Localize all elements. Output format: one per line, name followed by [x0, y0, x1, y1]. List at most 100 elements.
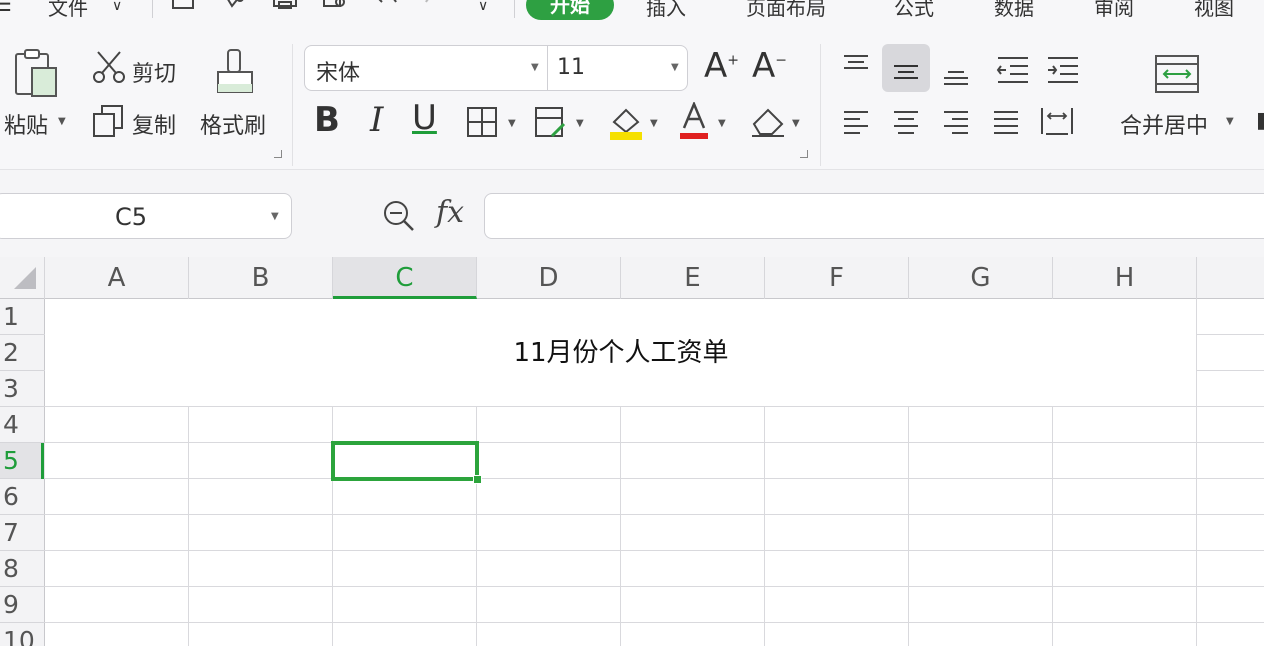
tab-formulas[interactable]: 公式 [894, 0, 934, 21]
row-header-4[interactable]: 4 [0, 407, 45, 443]
row-header-7[interactable]: 7 [0, 515, 45, 551]
insert-function-button[interactable]: fx [436, 195, 464, 230]
gridline [45, 442, 1264, 443]
font-color-icon[interactable] [678, 102, 710, 140]
decrease-indent-icon[interactable] [996, 56, 1030, 84]
active-cell-selection[interactable] [331, 441, 479, 481]
justify-icon[interactable] [992, 110, 1020, 136]
increase-indent-icon[interactable] [1046, 56, 1080, 84]
zoom-search-icon[interactable] [382, 199, 416, 233]
row-header-1[interactable]: 1 [0, 299, 45, 335]
row-header-8[interactable]: 8 [0, 551, 45, 587]
ribbon-overflow-item[interactable]: ▮ [1256, 108, 1264, 133]
merge-center-icon[interactable] [1154, 54, 1200, 94]
column-header-b[interactable]: B [189, 257, 333, 299]
dialog-launcher-icon[interactable] [800, 150, 808, 158]
column-header-c[interactable]: C [333, 257, 477, 299]
caret-down-icon[interactable]: ▼ [718, 118, 726, 129]
gridline [45, 550, 1264, 551]
tab-data[interactable]: 数据 [994, 0, 1034, 21]
copy-icon[interactable] [92, 104, 124, 138]
cell-area[interactable]: 11月份个人工资单 [45, 299, 1264, 646]
undo-icon[interactable] [374, 0, 400, 16]
tab-page-layout[interactable]: 页面布局 [746, 0, 826, 21]
chevron-down-icon[interactable]: ∨ [112, 0, 122, 14]
chevron-down-icon[interactable]: ∨ [478, 0, 488, 14]
distributed-align-icon[interactable] [1040, 106, 1074, 136]
divider [820, 44, 821, 166]
row-header-3[interactable]: 3 [0, 371, 45, 407]
hamburger-icon[interactable]: ☰ [0, 0, 12, 16]
italic-icon[interactable]: I [370, 100, 383, 140]
tab-insert[interactable]: 插入 [646, 0, 686, 21]
format-painter-icon[interactable] [214, 48, 256, 102]
align-middle-icon[interactable] [892, 62, 920, 84]
row-header-5[interactable]: 5 [0, 443, 45, 479]
column-header-a[interactable]: A [45, 257, 189, 299]
print-preview-icon[interactable] [322, 0, 348, 16]
align-center-icon[interactable] [892, 110, 920, 136]
bold-icon[interactable]: B [314, 100, 340, 140]
dialog-launcher-icon[interactable] [274, 150, 282, 158]
align-top-icon[interactable] [842, 54, 870, 76]
output-pdf-icon[interactable] [222, 0, 248, 16]
align-bottom-icon[interactable] [942, 64, 970, 86]
caret-down-icon[interactable]: ▼ [792, 118, 800, 129]
row-header-9[interactable]: 9 [0, 587, 45, 623]
paste-button[interactable]: 粘贴 [4, 108, 48, 140]
file-menu[interactable]: 文件 [48, 0, 88, 21]
cut-button[interactable]: 剪切 [132, 56, 176, 88]
row-header-2[interactable]: 2 [0, 335, 45, 371]
eraser-icon[interactable] [750, 106, 786, 138]
cell-reference[interactable]: C5 [115, 203, 147, 231]
menu-bar: ☰ 文件 ∨ ∨ 开始 插入 页面布局 公式 数据 审阅 视图 [0, 0, 1264, 30]
caret-down-icon[interactable]: ▼ [271, 211, 279, 222]
align-left-icon[interactable] [842, 110, 870, 136]
format-painter-button[interactable]: 格式刷 [200, 108, 266, 140]
caret-down-icon[interactable]: ▼ [58, 116, 66, 127]
caret-down-icon[interactable]: ▼ [576, 118, 584, 129]
align-right-icon[interactable] [942, 110, 970, 136]
font-combo[interactable]: 宋体 ▼ 11 ▼ [304, 45, 688, 91]
font-name-field[interactable]: 宋体 [316, 55, 360, 87]
print-icon[interactable] [272, 0, 298, 16]
fill-style-icon[interactable] [534, 106, 568, 140]
gridline [45, 514, 1264, 515]
divider [547, 46, 548, 90]
merge-center-button[interactable]: 合并居中 [1120, 108, 1208, 140]
fill-handle[interactable] [473, 475, 482, 484]
tab-review[interactable]: 审阅 [1094, 0, 1134, 21]
caret-down-icon[interactable]: ▼ [531, 62, 539, 73]
select-all-button[interactable] [0, 257, 45, 299]
font-size-field[interactable]: 11 [557, 55, 585, 80]
spreadsheet-grid: A B C D E F G H 1 2 3 4 5 6 7 8 9 10 11月… [0, 257, 1264, 646]
paste-icon[interactable] [14, 48, 60, 100]
column-header-e[interactable]: E [621, 257, 765, 299]
column-header-g[interactable]: G [909, 257, 1053, 299]
decrease-font-size-icon[interactable]: A− [752, 46, 787, 86]
merged-title-cell[interactable]: 11月份个人工资单 [45, 299, 1197, 407]
column-header-d[interactable]: D [477, 257, 621, 299]
borders-icon[interactable] [466, 106, 498, 138]
column-header-f[interactable]: F [765, 257, 909, 299]
formula-bar: C5 ▼ fx [0, 171, 1264, 257]
tab-home[interactable]: 开始 [526, 0, 614, 20]
column-header-h[interactable]: H [1053, 257, 1197, 299]
scissors-icon[interactable] [92, 50, 126, 84]
caret-down-icon[interactable]: ▼ [1226, 116, 1234, 127]
caret-down-icon[interactable]: ▼ [508, 118, 516, 129]
copy-button[interactable]: 复制 [132, 108, 176, 140]
save-icon[interactable] [170, 0, 196, 16]
tab-view[interactable]: 视图 [1194, 0, 1234, 21]
name-box[interactable]: C5 ▼ [0, 193, 292, 239]
caret-down-icon[interactable]: ▼ [650, 118, 658, 129]
redo-icon[interactable] [422, 0, 448, 16]
underline-icon[interactable]: U [412, 98, 437, 138]
row-header-6[interactable]: 6 [0, 479, 45, 515]
row-header-10[interactable]: 10 [0, 623, 45, 646]
formula-input[interactable] [484, 193, 1264, 239]
fill-color-icon[interactable] [608, 104, 644, 140]
divider [514, 0, 515, 18]
increase-font-size-icon[interactable]: A+ [704, 46, 739, 86]
caret-down-icon[interactable]: ▼ [671, 62, 679, 73]
